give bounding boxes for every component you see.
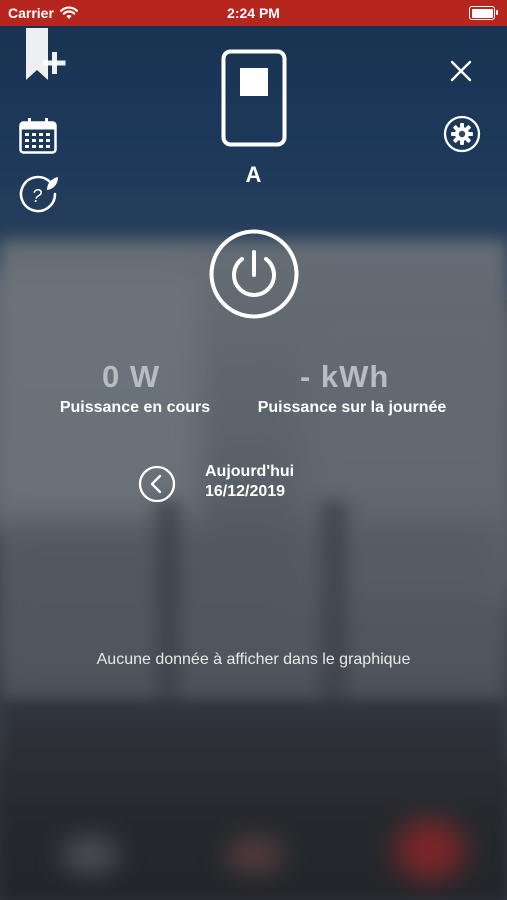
chart-empty-message: Aucune donnée à afficher dans le graphiq… [96, 651, 411, 668]
svg-text:?: ? [32, 186, 42, 206]
settings-button[interactable] [442, 114, 482, 154]
calendar-button[interactable] [18, 116, 58, 156]
battery-icon [469, 6, 498, 20]
device-name: A [245, 162, 262, 187]
gear-icon [443, 115, 481, 153]
day-label: Aujourd'hui [205, 463, 295, 480]
current-power-label: Puissance en cours [59, 399, 211, 416]
status-time: 2:24 PM [227, 5, 280, 21]
close-icon [450, 60, 472, 82]
date-display: Aujourd'hui 16/12/2019 [205, 462, 294, 502]
previous-day-button[interactable] [138, 465, 176, 503]
calendar-icon [19, 118, 57, 154]
status-bar: Carrier 2:24 PM [0, 0, 507, 26]
power-button[interactable] [208, 228, 300, 320]
power-icon [209, 229, 299, 319]
add-favorite-button[interactable] [22, 28, 78, 84]
daily-energy-value: - kWh [300, 359, 390, 394]
close-button[interactable] [446, 56, 476, 86]
chevron-left-circle-icon [138, 465, 176, 503]
date-label: 16/12/2019 [205, 483, 286, 500]
bookmark-add-icon [26, 28, 66, 80]
switch-device-icon [221, 49, 287, 147]
daily-energy-label: Puissance sur la journée [257, 399, 447, 416]
current-power-value: 0 W [102, 359, 161, 394]
device-icon-wrapper [220, 48, 288, 148]
